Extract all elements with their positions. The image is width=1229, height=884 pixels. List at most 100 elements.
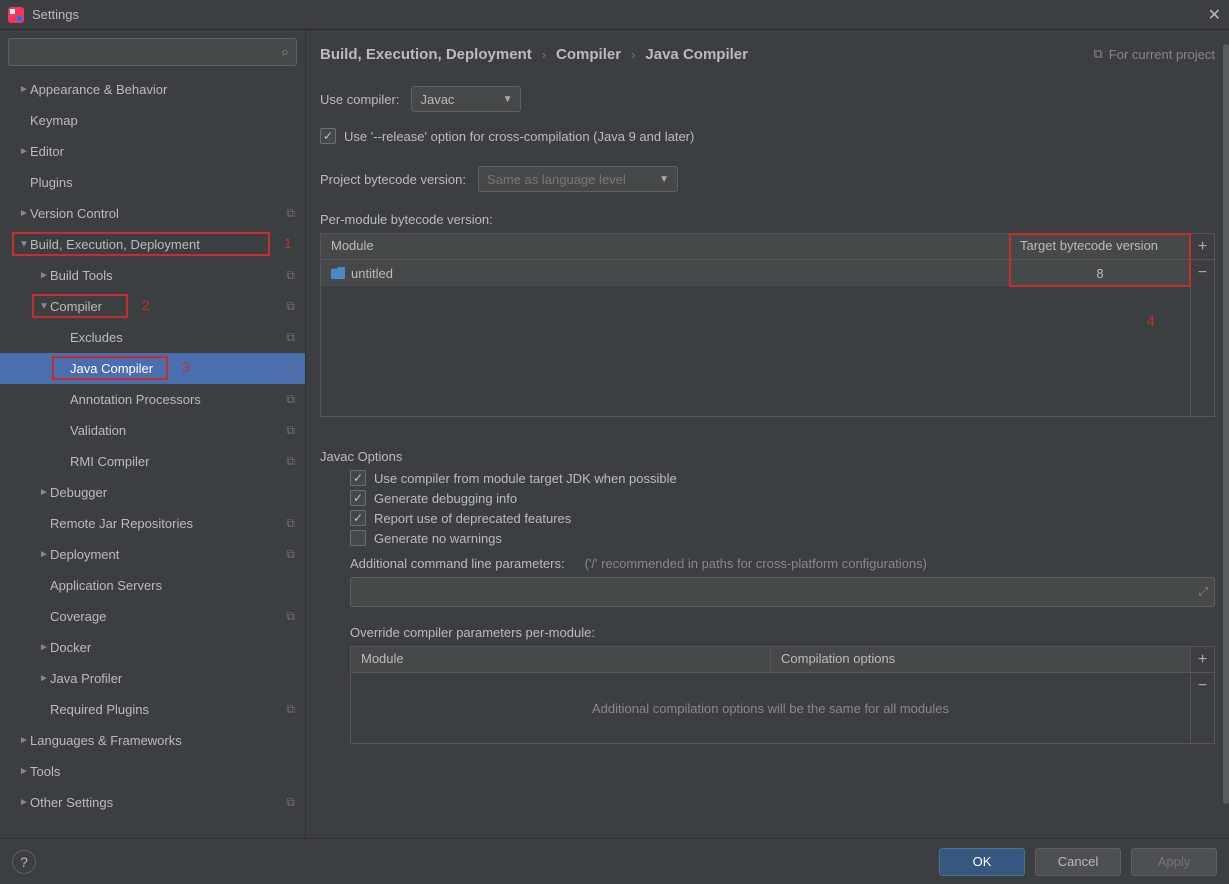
- expand-arrow-icon: ►: [38, 673, 50, 684]
- apply-button[interactable]: Apply: [1131, 848, 1217, 876]
- tree-item[interactable]: ►Editor: [0, 136, 305, 167]
- use-compiler-label: Use compiler:: [320, 92, 399, 107]
- copy-icon: ⧉: [1094, 46, 1103, 62]
- th-module[interactable]: Module: [321, 234, 1010, 259]
- tree-item-label: Languages & Frameworks: [30, 733, 295, 748]
- tree-item[interactable]: ►Java Profiler: [0, 663, 305, 694]
- expand-arrow-icon: ►: [38, 487, 50, 498]
- copy-icon: ⧉: [286, 330, 295, 345]
- cancel-button[interactable]: Cancel: [1035, 848, 1121, 876]
- opt-deprecated-checkbox[interactable]: Report use of deprecated features: [350, 510, 1215, 526]
- tree-item[interactable]: ►Other Settings⧉: [0, 787, 305, 818]
- tree-item[interactable]: ►Appearance & Behavior: [0, 74, 305, 105]
- tree-item[interactable]: ►Languages & Frameworks: [0, 725, 305, 756]
- copy-icon: ⧉: [286, 795, 295, 810]
- tree-item[interactable]: Coverage⧉: [0, 601, 305, 632]
- th-override-options[interactable]: Compilation options: [771, 647, 1190, 672]
- annotation-marker: 4: [1147, 313, 1155, 330]
- breadcrumb-item[interactable]: Build, Execution, Deployment: [320, 46, 532, 63]
- tree-item[interactable]: Excludes⧉: [0, 322, 305, 353]
- copy-icon: ⧉: [286, 516, 295, 531]
- copy-icon: ⧉: [286, 454, 295, 469]
- remove-override-button[interactable]: −: [1191, 673, 1214, 699]
- tree-item[interactable]: ▼Compiler⧉2: [0, 291, 305, 322]
- tree-item-label: Validation: [70, 423, 286, 438]
- tree-item-label: Docker: [50, 640, 295, 655]
- tree-item-label: Java Profiler: [50, 671, 295, 686]
- add-override-button[interactable]: +: [1191, 647, 1214, 673]
- expand-arrow-icon: ►: [38, 642, 50, 653]
- tree-item-label: Tools: [30, 764, 295, 779]
- tree-item-label: Java Compiler: [70, 361, 286, 376]
- tree-item[interactable]: Keymap: [0, 105, 305, 136]
- copy-icon: ⧉: [286, 361, 295, 376]
- copy-icon: ⧉: [286, 702, 295, 717]
- tree-item[interactable]: RMI Compiler⧉: [0, 446, 305, 477]
- chevron-down-icon: ▼: [659, 174, 669, 185]
- tree-item[interactable]: Application Servers: [0, 570, 305, 601]
- th-target-version[interactable]: Target bytecode version: [1010, 234, 1190, 259]
- release-option-checkbox[interactable]: Use '--release' option for cross-compila…: [320, 128, 694, 144]
- tree-item[interactable]: Remote Jar Repositories⧉: [0, 508, 305, 539]
- tree-item-label: RMI Compiler: [70, 454, 286, 469]
- breadcrumb-sep: ›: [631, 47, 635, 62]
- copy-icon: ⧉: [286, 268, 295, 283]
- breadcrumb: Build, Execution, Deployment › Compiler …: [320, 30, 1215, 78]
- tree-item[interactable]: Java Compiler⧉3: [0, 353, 305, 384]
- tree-item-label: Excludes: [70, 330, 286, 345]
- search-icon: ⌕: [281, 44, 289, 61]
- copy-icon: ⧉: [286, 392, 295, 407]
- settings-tree[interactable]: ►Appearance & BehaviorKeymap►EditorPlugi…: [0, 74, 305, 838]
- opt-debug-info-checkbox[interactable]: Generate debugging info: [350, 490, 1215, 506]
- tree-item[interactable]: ►Version Control⧉: [0, 198, 305, 229]
- tree-item-label: Remote Jar Repositories: [50, 516, 286, 531]
- th-override-module[interactable]: Module: [351, 647, 771, 672]
- compiler-select[interactable]: Javac▼: [411, 86, 521, 112]
- opt-no-warnings-checkbox[interactable]: Generate no warnings: [350, 530, 1215, 546]
- help-button[interactable]: ?: [12, 850, 36, 874]
- tree-item-label: Editor: [30, 144, 295, 159]
- folder-icon: [331, 267, 345, 279]
- additional-params-input[interactable]: ⤢: [350, 577, 1215, 607]
- tree-item-label: Compiler: [50, 299, 286, 314]
- tree-item[interactable]: ►Build Tools⧉: [0, 260, 305, 291]
- for-project-label: ⧉ For current project: [1094, 46, 1216, 62]
- override-empty-text: Additional compilation options will be t…: [351, 673, 1190, 743]
- tree-item[interactable]: ►Tools: [0, 756, 305, 787]
- target-version-cell[interactable]: 8: [1010, 266, 1190, 281]
- table-row[interactable]: untitled 8: [321, 260, 1190, 286]
- content-pane: Build, Execution, Deployment › Compiler …: [306, 30, 1229, 838]
- remove-row-button[interactable]: −: [1191, 260, 1214, 286]
- per-module-label: Per-module bytecode version:: [320, 212, 1215, 227]
- tree-item-label: Build Tools: [50, 268, 286, 283]
- tree-item[interactable]: Plugins: [0, 167, 305, 198]
- copy-icon: ⧉: [286, 299, 295, 314]
- breadcrumb-item[interactable]: Compiler: [556, 46, 621, 63]
- expand-arrow-icon: ►: [18, 84, 30, 95]
- add-row-button[interactable]: +: [1191, 234, 1214, 260]
- opt-use-module-jdk-checkbox[interactable]: Use compiler from module target JDK when…: [350, 470, 1215, 486]
- tree-item[interactable]: ►Debugger: [0, 477, 305, 508]
- tree-item[interactable]: ►Docker: [0, 632, 305, 663]
- close-icon[interactable]: ✕: [1208, 5, 1221, 25]
- tree-item[interactable]: Annotation Processors⧉: [0, 384, 305, 415]
- expand-arrow-icon: ►: [38, 549, 50, 560]
- breadcrumb-item[interactable]: Java Compiler: [645, 46, 748, 63]
- expand-icon[interactable]: ⤢: [1198, 585, 1208, 600]
- search-input[interactable]: [8, 38, 297, 66]
- tree-item[interactable]: ►Deployment⧉: [0, 539, 305, 570]
- params-label: Additional command line parameters:: [350, 556, 565, 571]
- expand-arrow-icon: ►: [18, 797, 30, 808]
- tree-item[interactable]: ▼Build, Execution, Deployment1: [0, 229, 305, 260]
- copy-icon: ⧉: [286, 423, 295, 438]
- tree-item-label: Appearance & Behavior: [30, 82, 295, 97]
- tree-item[interactable]: Validation⧉: [0, 415, 305, 446]
- params-hint: ('/' recommended in paths for cross-plat…: [585, 556, 927, 571]
- project-bytecode-select[interactable]: Same as language level▼: [478, 166, 678, 192]
- tree-item[interactable]: Required Plugins⧉: [0, 694, 305, 725]
- tree-item-label: Application Servers: [50, 578, 295, 593]
- module-table: Module Target bytecode version untitled …: [320, 233, 1191, 417]
- ok-button[interactable]: OK: [939, 848, 1025, 876]
- tree-item-label: Plugins: [30, 175, 295, 190]
- override-table: Module Compilation options Additional co…: [350, 646, 1191, 744]
